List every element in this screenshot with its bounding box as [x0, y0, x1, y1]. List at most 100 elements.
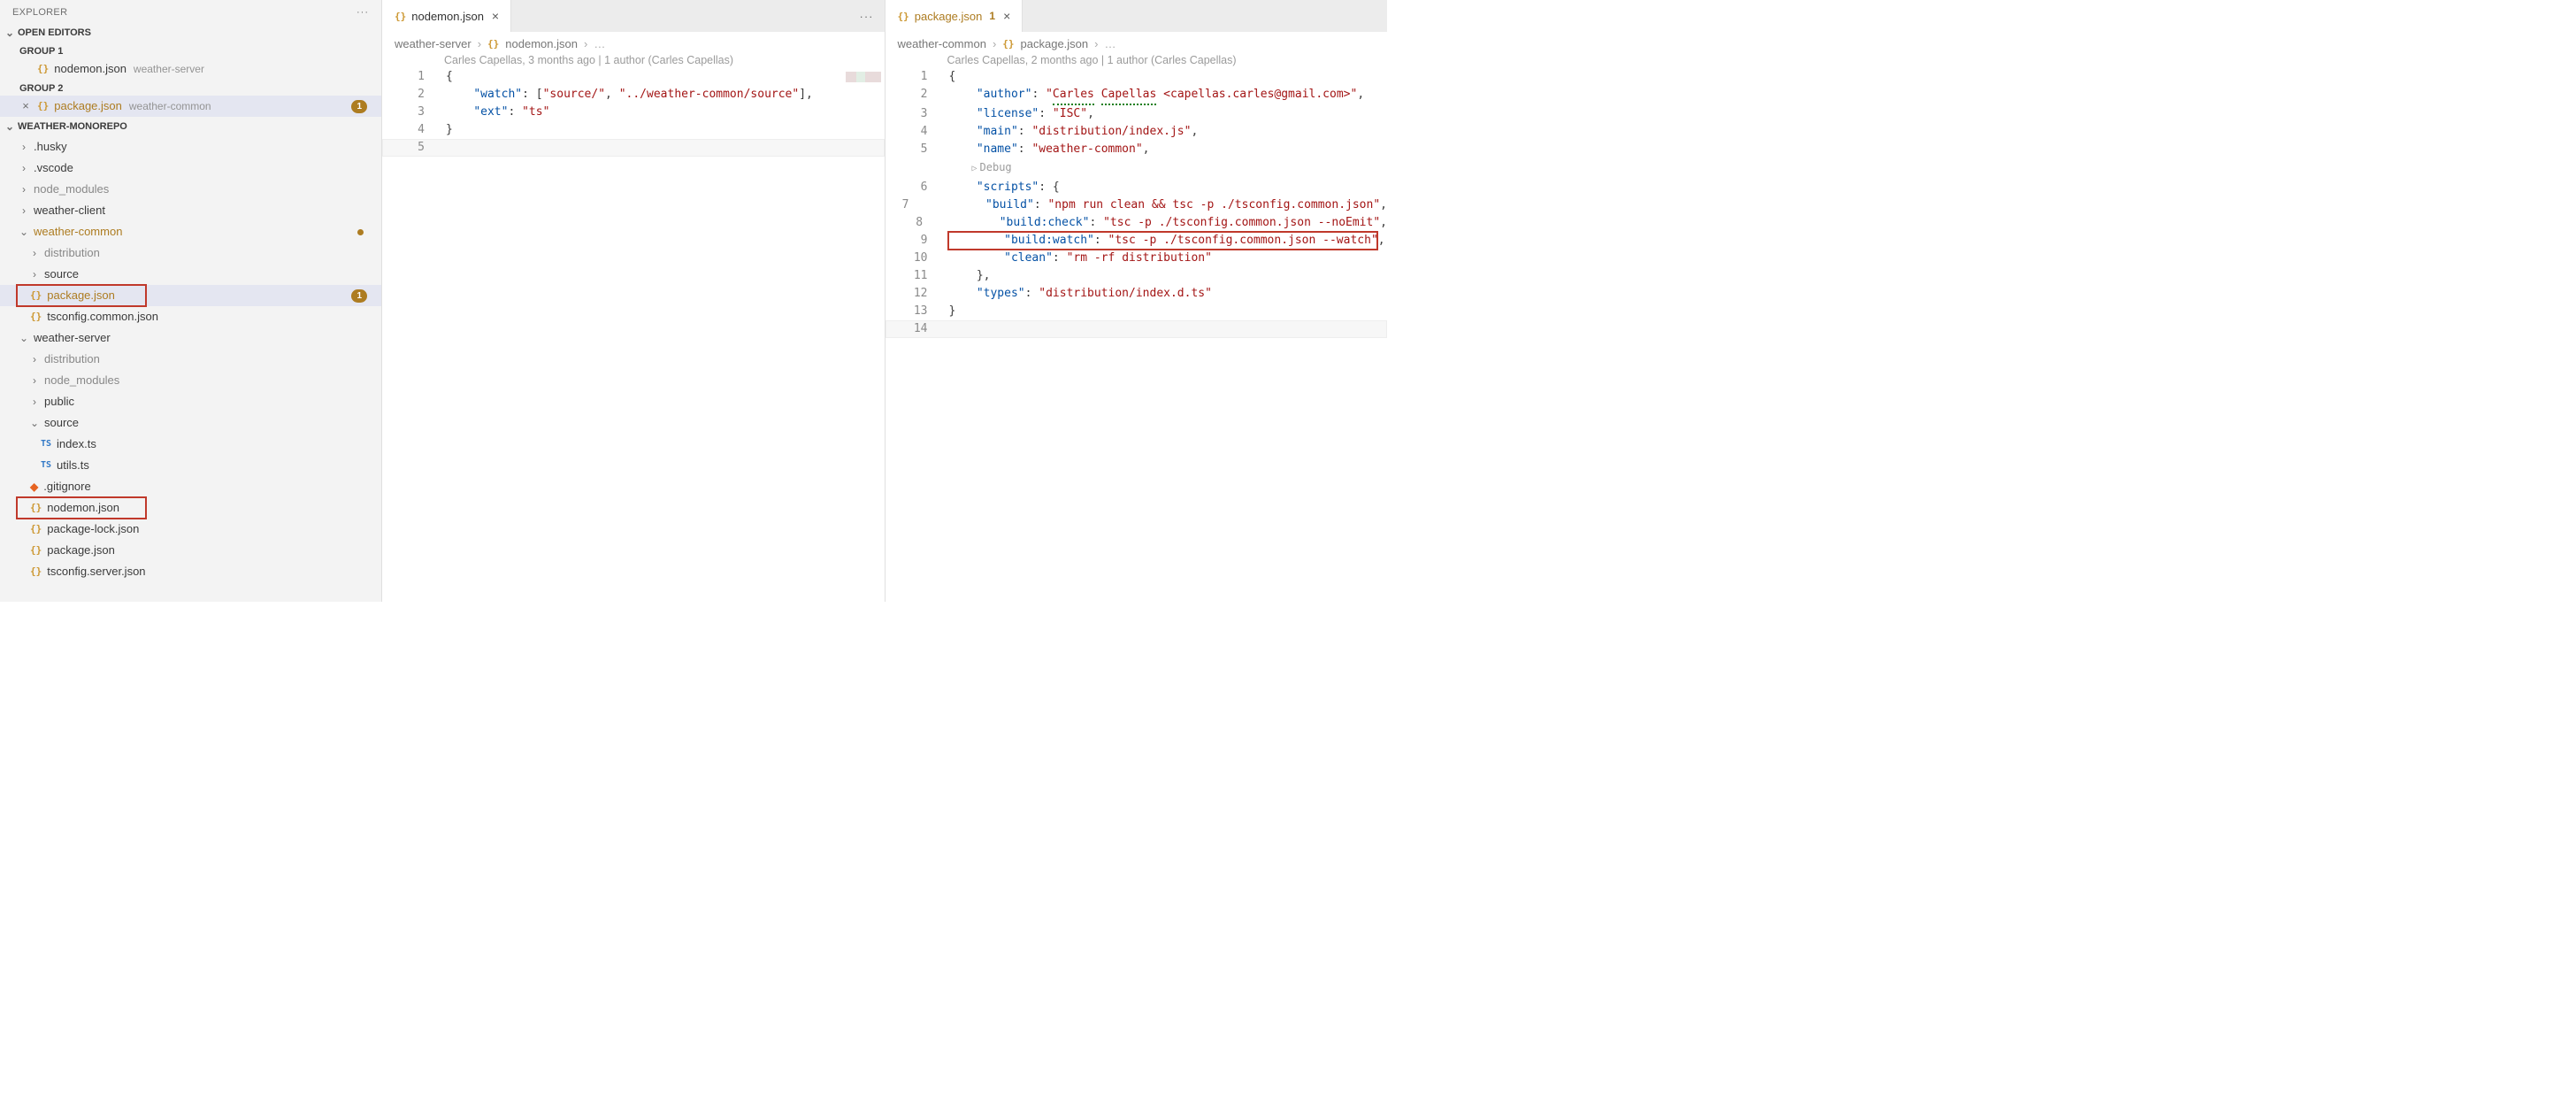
tree-file[interactable]: {}package.json — [0, 540, 381, 561]
file-label: tsconfig.common.json — [47, 309, 158, 325]
modified-badge: 1 — [351, 289, 367, 303]
tree-folder[interactable]: ›.vscode — [0, 158, 381, 179]
chevron-down-icon: ⌄ — [5, 120, 14, 133]
tree-folder-weather-server[interactable]: ⌄weather-server — [0, 327, 381, 349]
line-number: 7 — [901, 196, 909, 214]
breadcrumb-item[interactable]: package.json — [1021, 37, 1089, 50]
chevron-right-icon: › — [478, 37, 481, 50]
tab-actions-icon[interactable]: ··· — [849, 10, 885, 23]
open-editor-item[interactable]: {} nodemon.json weather-server — [0, 58, 381, 80]
open-editor-filename: nodemon.json — [54, 61, 126, 77]
line-number: 3 — [398, 104, 425, 121]
open-editor-item[interactable]: × {} package.json weather-common 1 — [0, 96, 381, 117]
line-number: 11 — [901, 267, 928, 285]
editor-area: {} nodemon.json × ··· weather-server › {… — [382, 0, 1387, 602]
file-label: package.json — [47, 288, 115, 304]
open-editor-folder: weather-common — [129, 98, 211, 114]
line-number: 10 — [901, 250, 928, 267]
json-icon: {} — [487, 38, 499, 50]
editor-group-1: {} nodemon.json × ··· weather-server › {… — [382, 0, 886, 602]
workspace-name: WEATHER-MONOREPO — [18, 121, 127, 132]
tree-file[interactable]: ◆.gitignore — [0, 476, 381, 497]
line-number: 6 — [901, 179, 928, 196]
breadcrumb[interactable]: weather-server › {} nodemon.json › … — [382, 32, 885, 52]
git-codelens[interactable]: Carles Capellas, 2 months ago | 1 author… — [886, 52, 1388, 68]
tree-folder[interactable]: ⌄source — [0, 412, 381, 434]
chevron-right-icon: › — [30, 266, 39, 282]
tab-label: package.json — [915, 10, 983, 23]
chevron-right-icon: › — [19, 160, 28, 176]
tree-folder[interactable]: ›distribution — [0, 242, 381, 264]
editor-group-2: {} package.json 1 × weather-common › {} … — [886, 0, 1388, 602]
explorer-more-icon[interactable]: ··· — [356, 7, 369, 18]
folder-label: distribution — [44, 351, 100, 367]
tree-file-nodemon-json[interactable]: {}nodemon.json — [0, 497, 381, 519]
tab-package-json[interactable]: {} package.json 1 × — [886, 0, 1024, 32]
workspace-section[interactable]: ⌄ WEATHER-MONOREPO — [0, 117, 381, 136]
open-editor-folder: weather-server — [134, 61, 204, 77]
breadcrumb-item[interactable]: nodemon.json — [505, 37, 578, 50]
code-editor-right[interactable]: 1{ 2 "author": "Carles Capellas <capella… — [886, 68, 1388, 602]
tree-file-package-json[interactable]: {} package.json 1 — [0, 285, 381, 306]
line-number: 12 — [901, 285, 928, 303]
line-number: 9 — [901, 232, 928, 250]
json-icon: {} — [37, 98, 49, 114]
tree-folder[interactable]: ›public — [0, 391, 381, 412]
app-root: EXPLORER ··· ⌄ OPEN EDITORS GROUP 1 {} n… — [0, 0, 1387, 602]
file-label: package-lock.json — [47, 521, 139, 537]
modified-dot-icon — [357, 229, 364, 235]
breadcrumb[interactable]: weather-common › {} package.json › … — [886, 32, 1388, 52]
folder-label: .husky — [34, 139, 67, 155]
tree-file[interactable]: {} tsconfig.common.json — [0, 306, 381, 327]
chevron-right-icon: › — [19, 139, 28, 155]
tab-modified-badge: 1 — [989, 10, 995, 22]
tree-folder[interactable]: ›weather-client — [0, 200, 381, 221]
close-icon[interactable]: × — [19, 98, 32, 114]
code-editor-left[interactable]: 1{ 2 "watch": ["source/", "../weather-co… — [382, 68, 885, 602]
json-icon: {} — [30, 309, 42, 325]
json-icon: {} — [395, 11, 406, 22]
breadcrumb-more[interactable]: … — [594, 37, 605, 50]
folder-label: node_modules — [44, 373, 119, 388]
breadcrumb-more[interactable]: … — [1105, 37, 1116, 50]
play-icon: ▷ — [972, 164, 978, 173]
editor-group-1-label: GROUP 1 — [0, 42, 381, 58]
json-icon: {} — [898, 11, 909, 22]
tree-file[interactable]: TSindex.ts — [0, 434, 381, 455]
tree-folder[interactable]: › source — [0, 264, 381, 285]
line-number: 5 — [901, 141, 928, 158]
json-icon: {} — [37, 61, 49, 77]
line-number: 1 — [901, 68, 928, 86]
close-icon[interactable]: × — [1000, 9, 1013, 23]
editor-group-2-label: GROUP 2 — [0, 80, 381, 96]
line-number: 14 — [901, 320, 928, 338]
close-icon[interactable]: × — [489, 9, 502, 23]
git-codelens[interactable]: Carles Capellas, 3 months ago | 1 author… — [382, 52, 885, 68]
json-icon: {} — [30, 564, 42, 580]
json-icon: {} — [30, 288, 42, 304]
ts-icon: TS — [41, 458, 51, 473]
file-label: nodemon.json — [47, 500, 119, 516]
tree-folder[interactable]: › .husky — [0, 136, 381, 158]
line-number: 5 — [398, 139, 425, 157]
line-number: 13 — [901, 303, 928, 320]
breadcrumb-item[interactable]: weather-common — [898, 37, 986, 50]
tree-folder[interactable]: ›node_modules — [0, 370, 381, 391]
tab-label: nodemon.json — [411, 10, 484, 23]
tree-folder[interactable]: › distribution — [0, 349, 381, 370]
tree-file[interactable]: {}package-lock.json — [0, 519, 381, 540]
tab-nodemon-json[interactable]: {} nodemon.json × — [382, 0, 511, 32]
tree-file[interactable]: TSutils.ts — [0, 455, 381, 476]
open-editors-section[interactable]: ⌄ OPEN EDITORS — [0, 23, 381, 42]
tree-folder[interactable]: ›node_modules — [0, 179, 381, 200]
folder-label: weather-server — [34, 330, 111, 346]
folder-label: node_modules — [34, 181, 109, 197]
chevron-right-icon: › — [30, 351, 39, 367]
tree-folder-weather-common[interactable]: ⌄weather-common — [0, 221, 381, 242]
file-label: .gitignore — [43, 479, 90, 495]
debug-codelens[interactable]: ▷Debug — [886, 158, 1388, 179]
breadcrumb-item[interactable]: weather-server — [395, 37, 472, 50]
tree-file[interactable]: {}tsconfig.server.json — [0, 561, 381, 582]
folder-label: public — [44, 394, 74, 410]
folder-label: source — [44, 266, 79, 282]
